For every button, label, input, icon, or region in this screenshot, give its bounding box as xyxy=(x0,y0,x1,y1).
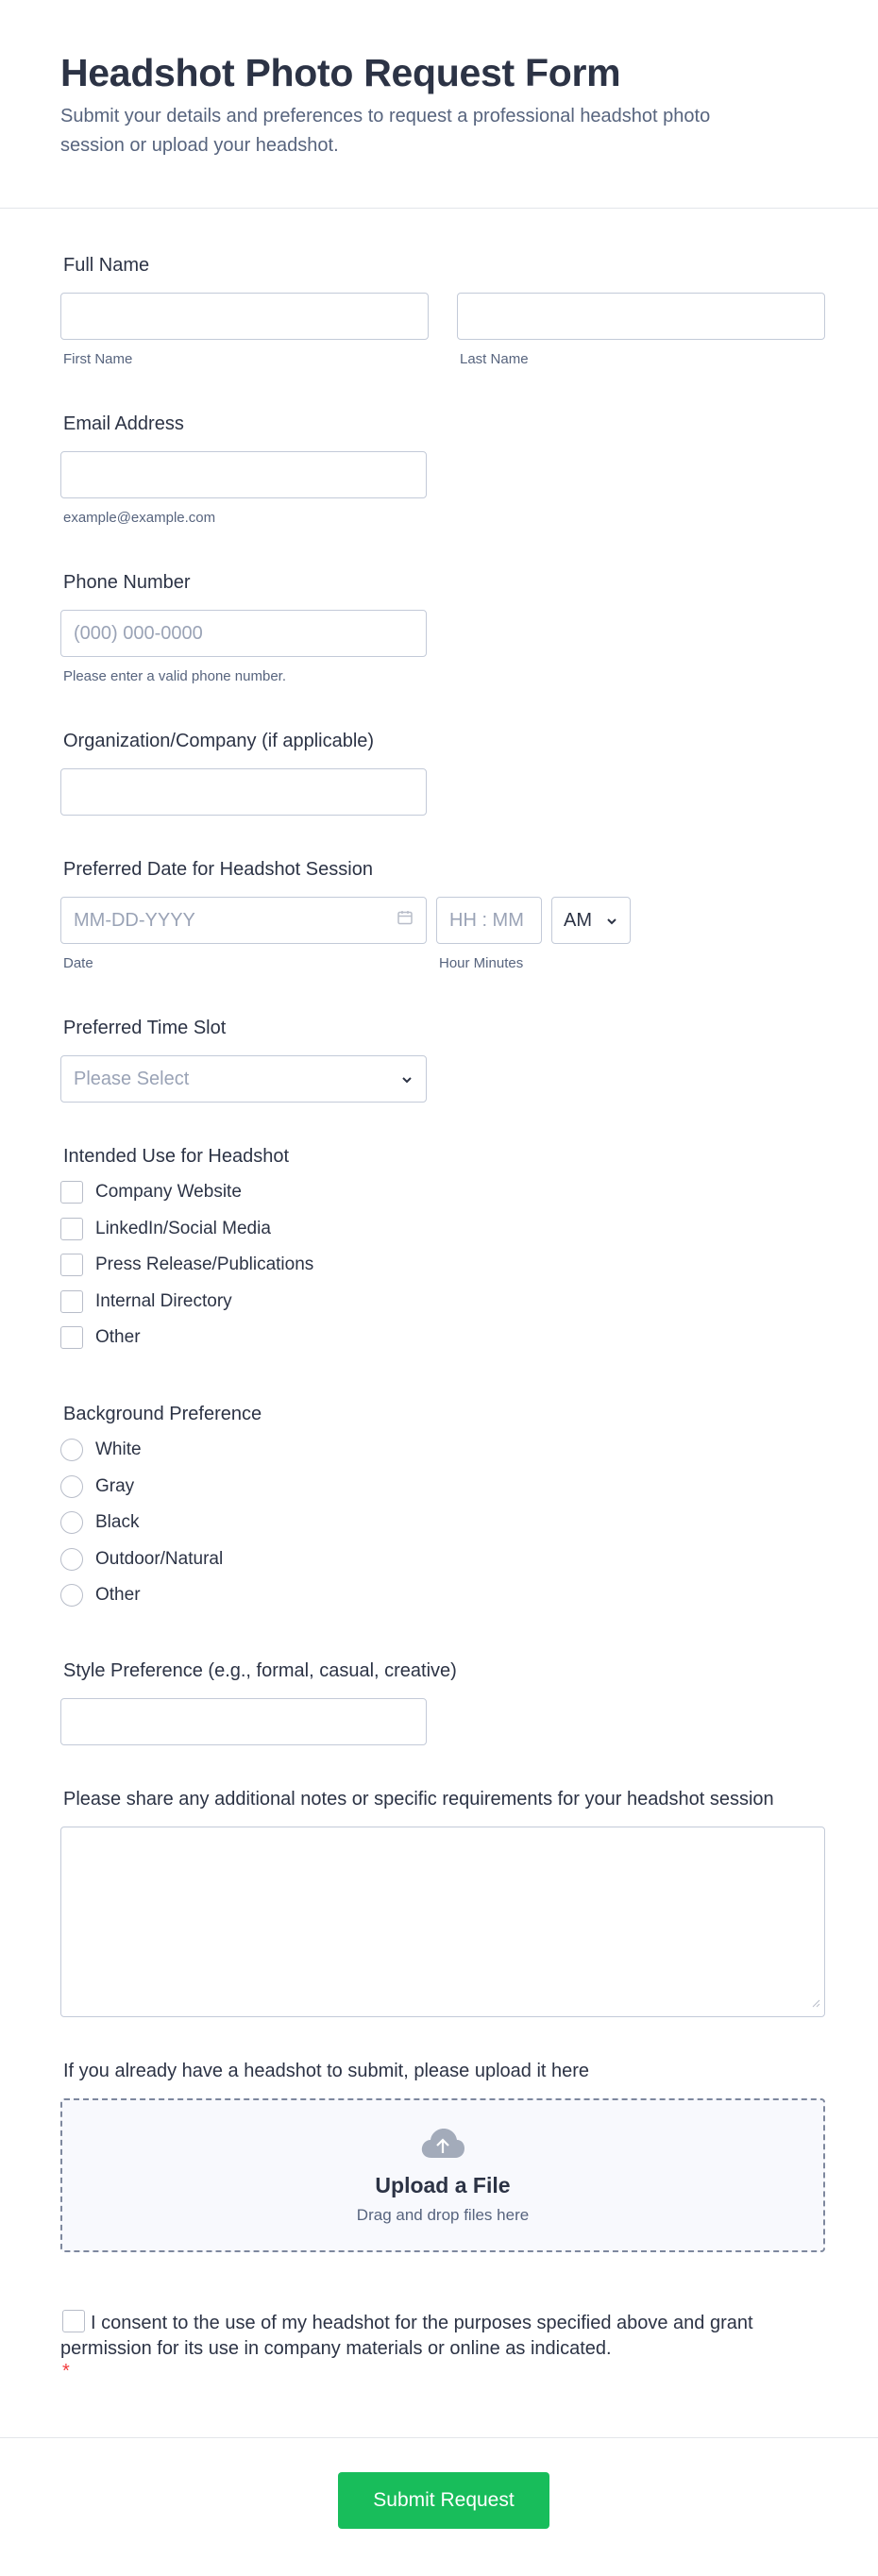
radio-option[interactable]: Gray xyxy=(60,1469,532,1506)
phone-label: Phone Number xyxy=(63,572,191,593)
background-field: Background Preference White Gray Black O… xyxy=(60,1402,532,1614)
full-name-label: Full Name xyxy=(63,255,150,276)
ampm-value: AM xyxy=(564,909,592,931)
time-placeholder: HH : MM xyxy=(449,909,524,931)
checkbox-option[interactable]: Other xyxy=(60,1320,532,1356)
last-name-input[interactable] xyxy=(457,293,825,340)
email-input[interactable] xyxy=(60,451,427,498)
consent-text: I consent to the use of my headshot for … xyxy=(60,2313,753,2359)
chevron-down-icon xyxy=(400,1069,414,1090)
email-label: Email Address xyxy=(63,413,184,434)
phone-placeholder: (000) 000-0000 xyxy=(74,622,203,644)
checkbox[interactable] xyxy=(60,1289,83,1313)
radio-button[interactable] xyxy=(60,1474,83,1498)
checkbox-option[interactable]: LinkedIn/Social Media xyxy=(60,1211,532,1248)
radio-label: Outdoor/Natural xyxy=(95,1548,224,1569)
upload-field: If you already have a headshot to submit… xyxy=(60,2059,825,2252)
checkbox[interactable] xyxy=(60,1181,83,1204)
radio-button[interactable] xyxy=(60,1547,83,1571)
style-label: Style Preference (e.g., formal, casual, … xyxy=(63,1660,457,1681)
radio-option[interactable]: White xyxy=(60,1432,532,1469)
ampm-select[interactable]: AM xyxy=(551,897,631,944)
checkbox[interactable] xyxy=(60,1254,83,1277)
full-name-field: Full Name First Name Last Name xyxy=(60,253,825,367)
checkbox[interactable] xyxy=(60,1217,83,1240)
phone-field: Phone Number (000) 000-0000 Please enter… xyxy=(60,570,427,684)
radio-label: Black xyxy=(95,1512,140,1533)
date-sublabel: Date xyxy=(63,955,93,971)
first-name-input[interactable] xyxy=(60,293,429,340)
date-field: Preferred Date for Headshot Session MM-D… xyxy=(60,857,825,971)
checkbox-label: Internal Directory xyxy=(95,1290,232,1311)
consent-field: I consent to the use of my headshot for … xyxy=(60,2310,778,2381)
date-label: Preferred Date for Headshot Session xyxy=(63,859,373,880)
radio-option[interactable]: Outdoor/Natural xyxy=(60,1541,532,1578)
radio-button[interactable] xyxy=(60,1584,83,1608)
time-slot-field: Preferred Time Slot Please Select xyxy=(60,1016,427,1103)
form-header: Headshot Photo Request Form Submit your … xyxy=(0,0,878,209)
style-input[interactable] xyxy=(60,1698,427,1745)
form-subtitle: Submit your details and preferences to r… xyxy=(60,106,711,156)
time-input[interactable]: HH : MM xyxy=(436,897,542,944)
form-page: Headshot Photo Request Form Submit your … xyxy=(0,0,878,2576)
checkbox-label: Other xyxy=(95,1327,141,1348)
radio-label: Gray xyxy=(95,1475,135,1496)
radio-button[interactable] xyxy=(60,1511,83,1535)
form-title: Headshot Photo Request Form xyxy=(60,51,621,94)
required-asterisk: * xyxy=(62,2361,70,2382)
phone-input[interactable]: (000) 000-0000 xyxy=(60,610,427,657)
radio-option[interactable]: Black xyxy=(60,1505,532,1541)
notes-textarea[interactable] xyxy=(60,1827,825,2017)
intended-use-field: Intended Use for Headshot Company Websit… xyxy=(60,1144,532,1356)
organization-field: Organization/Company (if applicable) xyxy=(60,729,427,816)
time-slot-select[interactable]: Please Select xyxy=(60,1055,427,1103)
organization-label: Organization/Company (if applicable) xyxy=(63,731,375,751)
date-placeholder: MM-DD-YYYY xyxy=(74,909,195,931)
consent-checkbox[interactable] xyxy=(62,2310,85,2332)
chevron-down-icon xyxy=(605,910,618,932)
radio-label: Other xyxy=(95,1585,141,1606)
radio-option[interactable]: Other xyxy=(60,1577,532,1614)
cloud-upload-icon xyxy=(419,2127,466,2165)
checkbox-option[interactable]: Company Website xyxy=(60,1174,532,1211)
calendar-icon[interactable] xyxy=(397,909,414,932)
upload-title: Upload a File xyxy=(375,2172,511,2197)
upload-dropzone[interactable]: Upload a File Drag and drop files here xyxy=(60,2098,825,2252)
checkbox-option[interactable]: Internal Directory xyxy=(60,1284,532,1321)
checkbox-label: Company Website xyxy=(95,1182,242,1203)
checkbox-label: Press Release/Publications xyxy=(95,1254,314,1275)
email-sublabel: example@example.com xyxy=(63,510,216,526)
email-field: Email Address example@example.com xyxy=(60,412,427,526)
first-name-sublabel: First Name xyxy=(63,351,133,367)
upload-subtitle: Drag and drop files here xyxy=(356,2205,530,2224)
last-name-sublabel: Last Name xyxy=(460,351,529,367)
checkbox-option[interactable]: Press Release/Publications xyxy=(60,1247,532,1284)
background-label: Background Preference xyxy=(63,1404,262,1424)
intended-use-label: Intended Use for Headshot xyxy=(63,1146,290,1167)
footer-divider xyxy=(0,2437,878,2438)
checkbox-label: LinkedIn/Social Media xyxy=(95,1218,271,1238)
notes-field: Please share any additional notes or spe… xyxy=(60,1787,825,2017)
notes-label: Please share any additional notes or spe… xyxy=(63,1789,774,1810)
date-input[interactable]: MM-DD-YYYY xyxy=(60,897,427,944)
submit-button[interactable]: Submit Request xyxy=(338,2472,549,2529)
checkbox[interactable] xyxy=(60,1326,83,1350)
radio-label: White xyxy=(95,1440,142,1460)
time-slot-placeholder: Please Select xyxy=(74,1068,190,1089)
time-slot-label: Preferred Time Slot xyxy=(63,1018,227,1038)
radio-button[interactable] xyxy=(60,1439,83,1462)
phone-sublabel: Please enter a valid phone number. xyxy=(63,668,286,684)
resize-handle-icon[interactable] xyxy=(811,1992,820,2013)
style-field: Style Preference (e.g., formal, casual, … xyxy=(60,1658,457,1745)
organization-input[interactable] xyxy=(60,768,427,816)
time-sublabel: Hour Minutes xyxy=(439,955,524,971)
upload-label: If you already have a headshot to submit… xyxy=(63,2061,590,2081)
